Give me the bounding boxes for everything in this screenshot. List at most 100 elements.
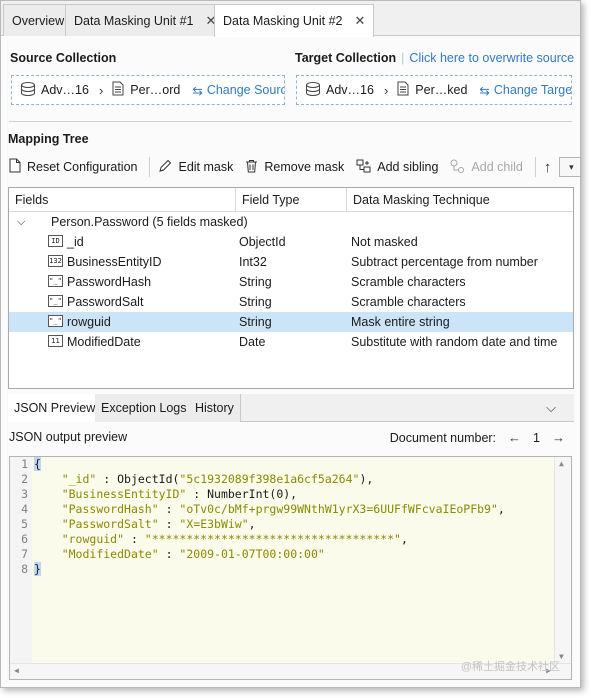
add-child-button[interactable]: Add child <box>450 159 523 176</box>
code-line: "ModifiedDate" : "2009-01-07T00:00:00" <box>32 547 556 562</box>
line-number: 4 <box>21 502 28 516</box>
column-header-fields[interactable]: Fields <box>9 188 235 212</box>
json-separator: : <box>158 517 180 531</box>
bottom-tab-bar: JSON Preview Exception Logs History ⌵ <box>8 394 574 422</box>
line-number: 5 <box>21 517 28 531</box>
json-key: "ModifiedDate" <box>61 547 159 561</box>
table-row[interactable]: "_" PasswordHash String Scramble charact… <box>9 272 573 292</box>
tab-data-masking-unit-2[interactable]: Data Masking Unit #2 ✕ <box>214 4 375 37</box>
mapping-tree: Fields Field Type Data Masking Technique… <box>8 187 574 389</box>
json-key: "_id" <box>61 472 97 486</box>
previous-document-arrow-icon[interactable]: ← <box>508 430 521 445</box>
json-key: "PasswordSalt" <box>61 517 159 531</box>
next-document-arrow-icon[interactable]: → <box>552 430 565 445</box>
trash-icon <box>245 159 258 176</box>
vertical-scrollbar[interactable]: ▲ ▼ <box>554 457 571 663</box>
field-type: String <box>239 295 272 309</box>
chevron-down-icon[interactable]: ⌵ <box>17 212 25 232</box>
target-collection-name: Per…ked <box>415 83 468 97</box>
target-collection-selector[interactable]: Adv…16 › Per…ked ⇆ Change Target <box>296 75 572 105</box>
tree-root-label: Person.Password (5 fields masked) <box>51 215 248 229</box>
target-database-name: Adv…16 <box>326 83 374 97</box>
tree-root-row[interactable]: ⌵ Person.Password (5 fields masked) <box>9 212 573 232</box>
tab-history[interactable]: History <box>189 394 241 422</box>
collection-icon <box>111 81 125 99</box>
json-output-preview-label: JSON output preview <box>9 430 128 444</box>
table-row[interactable]: 11 ModifiedDate Date Substitute with ran… <box>9 332 573 352</box>
field-type: String <box>239 315 272 329</box>
chevron-right-icon: › <box>98 82 104 98</box>
swap-arrows-icon: ⇆ <box>479 83 490 98</box>
scroll-left-icon[interactable]: ◀ <box>14 666 19 675</box>
edit-mask-label: Edit mask <box>178 160 234 174</box>
reset-configuration-label: Reset Configuration <box>27 160 138 174</box>
tab-overview[interactable]: Overview <box>3 4 74 36</box>
remove-mask-button[interactable]: Remove mask <box>245 159 344 176</box>
code-line: "PasswordSalt" : "X=E3bWiw", <box>32 517 556 532</box>
overwrite-source-link[interactable]: Click here to overwrite source <box>409 51 574 65</box>
code-line: "rowguid" : "***************************… <box>32 532 556 547</box>
code-line: } <box>32 562 556 577</box>
divider: | <box>401 51 405 65</box>
add-sibling-button[interactable]: Add sibling <box>356 159 438 176</box>
json-preview-editor[interactable]: 1 2 3 4 5 6 7 8 { "_id" : ObjectId("5c19… <box>9 456 572 680</box>
swap-arrows-icon: ⇆ <box>192 83 203 98</box>
date-type-icon: 11 <box>48 335 63 347</box>
string-type-icon: "_" <box>48 295 63 307</box>
source-collection-name: Per…ord <box>130 83 181 97</box>
watermark: @稀土掘金技术社区 <box>460 661 560 673</box>
column-header-field-type[interactable]: Field Type <box>235 188 346 212</box>
edit-mask-button[interactable]: Edit mask <box>158 159 233 176</box>
pencil-icon <box>158 159 172 176</box>
move-up-button[interactable]: ↑ <box>544 159 552 176</box>
add-child-label: Add child <box>471 160 523 174</box>
close-icon[interactable]: ✕ <box>355 13 366 29</box>
chevron-right-icon: › <box>383 82 389 98</box>
json-value: "2009-01-07T00:00:00" <box>179 547 325 561</box>
tab-label: Overview <box>12 13 65 28</box>
masking-technique: Subtract percentage from number <box>351 255 538 269</box>
table-row-selected[interactable]: "_" rowguid String Mask entire string <box>9 312 573 332</box>
json-separator: : <box>124 532 145 546</box>
reset-configuration-button[interactable]: Reset Configuration <box>9 158 137 176</box>
source-database-name: Adv…16 <box>41 83 89 97</box>
app-window: Overview Data Masking Unit #1 ✕ Data Mas… <box>0 0 581 688</box>
toolbar-divider <box>534 157 536 177</box>
chevron-down-icon[interactable]: ⌵ <box>546 400 556 416</box>
int32-type-icon: 132 <box>48 255 63 267</box>
masking-technique: Substitute with random date and time <box>351 335 558 349</box>
source-collection-title: Source Collection <box>10 51 117 65</box>
json-code: { "_id" : ObjectId("5c1932089f398e1a6cf5… <box>32 457 556 663</box>
tab-data-masking-unit-1[interactable]: Data Masking Unit #1 ✕ <box>65 4 226 36</box>
json-tail: , <box>248 517 256 531</box>
change-source-link[interactable]: Change Source <box>207 83 284 97</box>
field-type: String <box>239 275 272 289</box>
field-type: Int32 <box>239 255 267 269</box>
more-options-dropdown[interactable]: ▾ <box>559 157 580 177</box>
change-target-link[interactable]: Change Target <box>494 83 571 97</box>
column-header-technique[interactable]: Data Masking Technique <box>346 188 573 212</box>
field-name: PasswordHash <box>67 275 152 289</box>
toolbar-divider <box>149 157 151 177</box>
table-row[interactable]: "_" PasswordSalt String Scramble charact… <box>9 292 573 312</box>
table-row[interactable]: ID _id ObjectId Not masked <box>9 232 573 252</box>
source-collection-selector[interactable]: Adv…16 › Per…ord ⇆ Change Source <box>11 75 285 105</box>
tab-exception-logs[interactable]: Exception Logs <box>95 394 194 422</box>
scroll-up-icon[interactable]: ▲ <box>559 459 564 468</box>
collection-icon <box>396 81 410 99</box>
json-key: "rowguid" <box>61 532 125 546</box>
line-number: 6 <box>21 532 28 546</box>
json-tail: ), <box>359 472 374 486</box>
json-separator: : ObjectId( <box>96 472 180 486</box>
tree-header: Fields Field Type Data Masking Technique <box>9 188 573 212</box>
document-number-value: 1 <box>533 430 540 445</box>
remove-mask-label: Remove mask <box>264 160 345 174</box>
table-row[interactable]: 132 BusinessEntityID Int32 Subtract perc… <box>9 252 573 272</box>
line-number-gutter: 1 2 3 4 5 6 7 8 <box>10 457 32 663</box>
tab-json-preview[interactable]: JSON Preview <box>8 394 103 422</box>
masking-technique: Not masked <box>351 235 418 249</box>
json-value: "oTv0c/bMf+prgw99WNthW1yrX3=6UUFfWFcvaIE… <box>179 502 498 516</box>
target-collection-title: Target Collection <box>295 51 397 65</box>
tab-label: Data Masking Unit #1 <box>74 13 194 28</box>
close-brace: } <box>34 562 41 576</box>
